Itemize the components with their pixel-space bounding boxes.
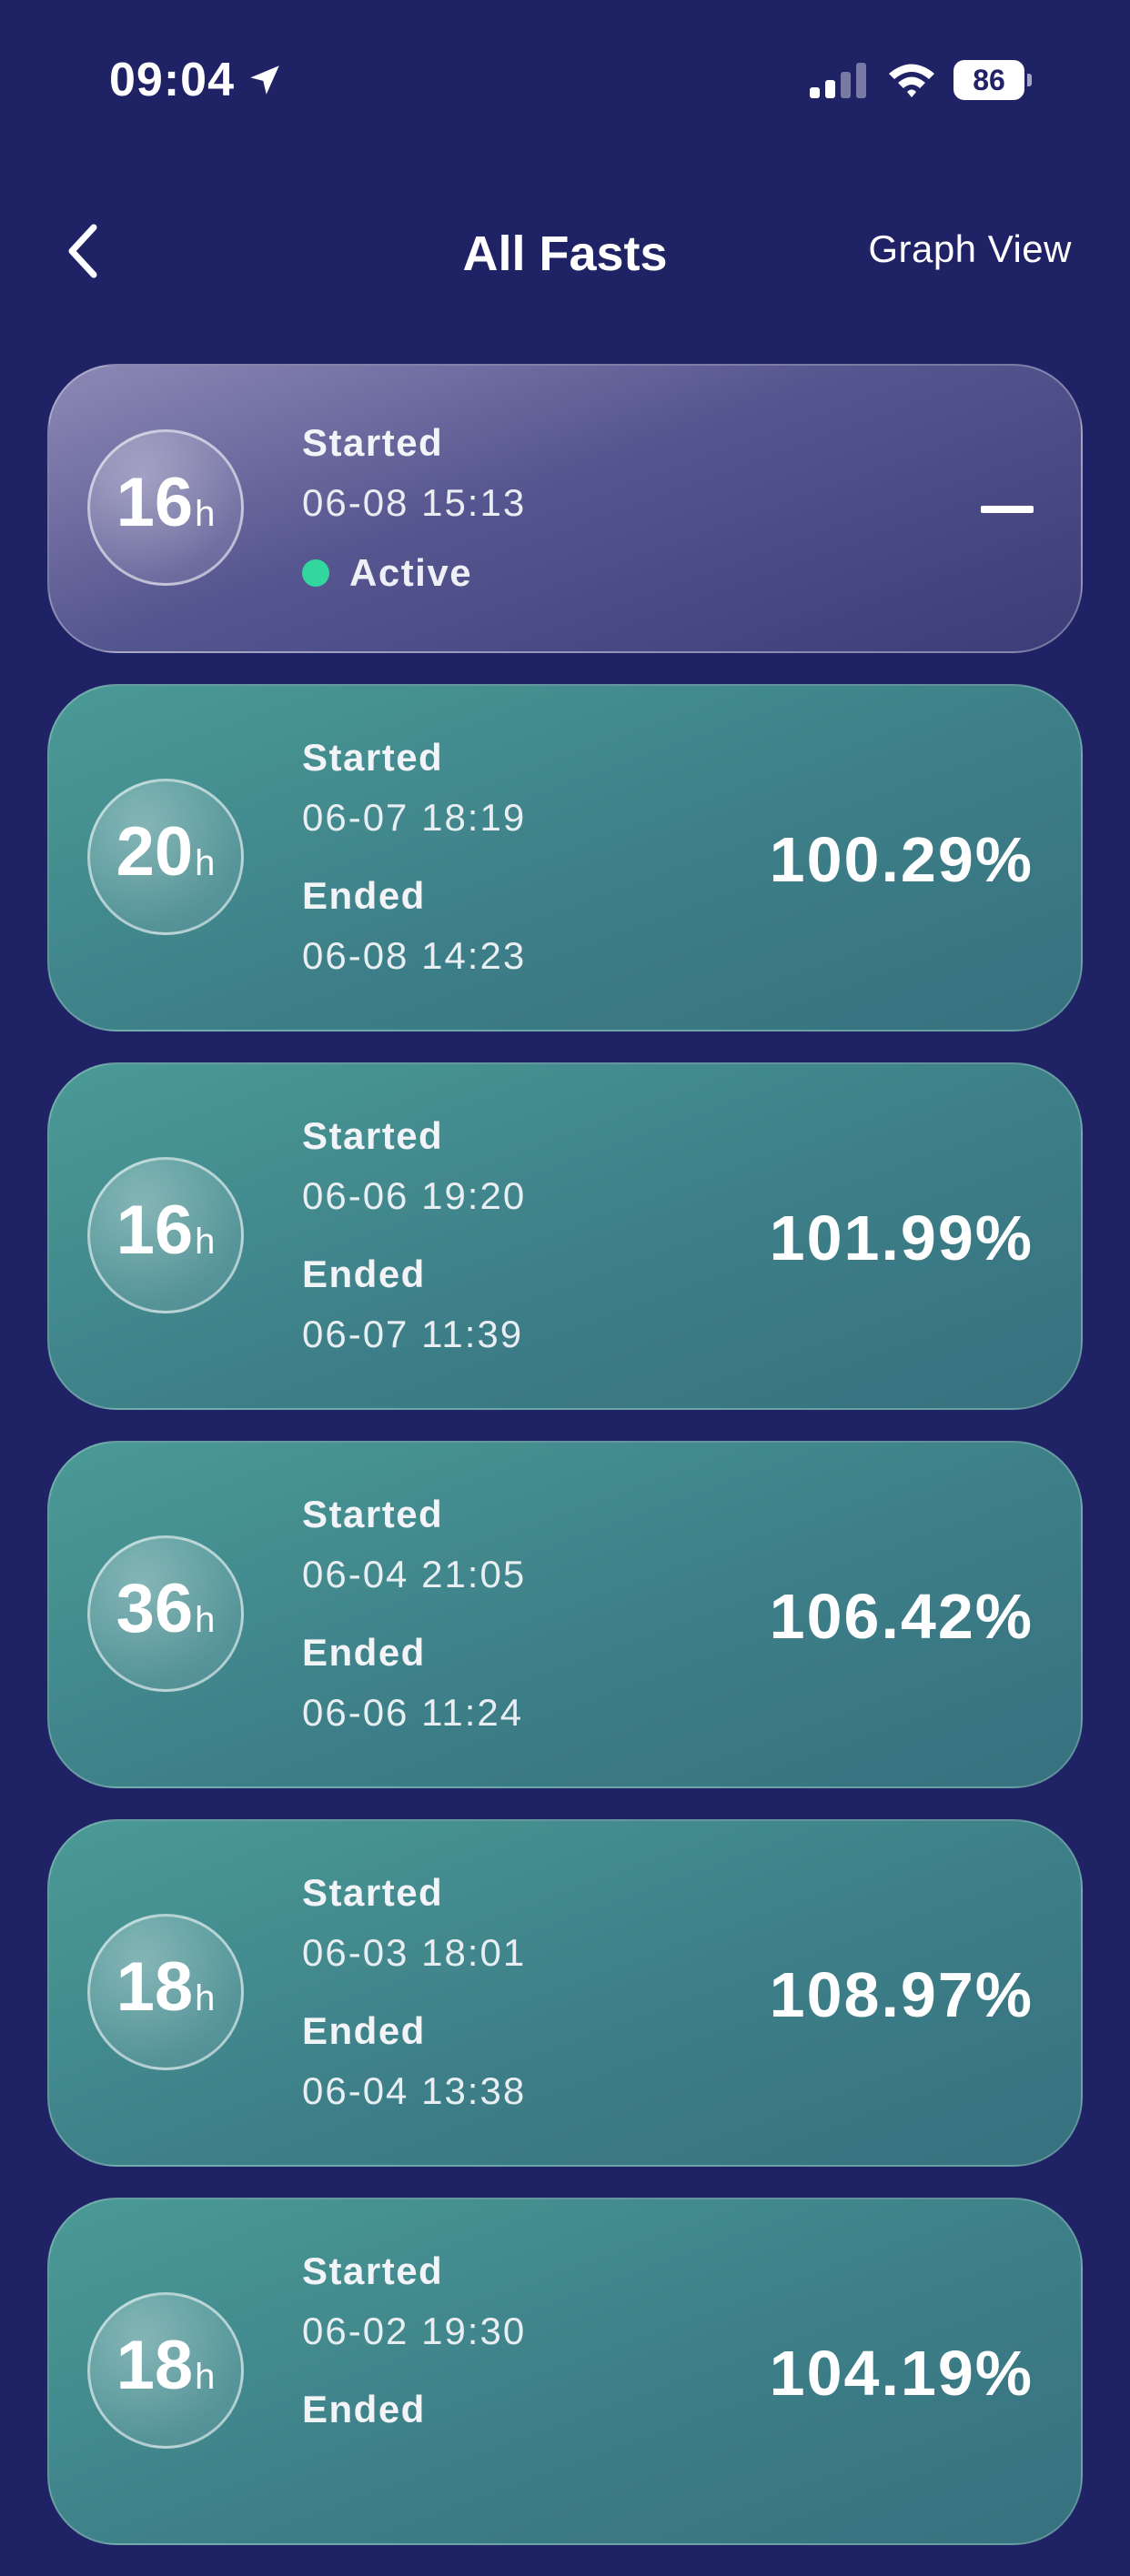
started-label: Started: [302, 736, 444, 779]
location-arrow-icon: [250, 65, 279, 95]
completion-percent: 106.42%: [769, 1581, 1034, 1652]
fast-info: Started 06-08 15:13 Active: [302, 413, 526, 595]
battery-level: 86: [953, 60, 1024, 100]
duration-unit: h: [195, 494, 216, 534]
wifi-icon: [889, 64, 934, 97]
ended-label: Ended: [302, 1631, 426, 1674]
status-time: 09:04: [109, 54, 235, 106]
started-value: 06-07 18:19: [302, 796, 527, 839]
duration-unit: h: [195, 2357, 216, 2397]
fast-info: Started 06-07 18:19 Ended 06-08 14:23: [302, 728, 526, 986]
fast-card[interactable]: 16 h Started 06-06 19:20 Ended 06-07 11:…: [47, 1062, 1083, 1410]
duration-unit: h: [195, 843, 216, 883]
ended-value: 06-06 11:24: [302, 1691, 524, 1734]
duration-hours: 16: [116, 464, 194, 541]
fast-info: Started 06-03 18:01 Ended 06-04 13:38: [302, 1863, 526, 2121]
ended-value: 06-04 13:38: [302, 2069, 527, 2112]
fast-info: Started 06-04 21:05 Ended 06-06 11:24: [302, 1484, 526, 1743]
status-bar: 09:04 86: [0, 0, 1130, 164]
time-group: 09:04: [109, 53, 284, 107]
fast-card[interactable]: 18 h Started 06-02 19:30 Ended 104.19%: [47, 2198, 1083, 2545]
fast-card[interactable]: 18 h Started 06-03 18:01 Ended 06-04 13:…: [47, 1819, 1083, 2167]
graph-view-button[interactable]: Graph View: [868, 227, 1072, 271]
duration-hours: 16: [116, 1192, 194, 1269]
status-indicators: 86: [808, 60, 1032, 100]
duration-unit: h: [195, 1600, 216, 1640]
started-value: 06-02 19:30: [302, 2309, 527, 2352]
fast-card[interactable]: 36 h Started 06-04 21:05 Ended 06-06 11:…: [47, 1441, 1083, 1788]
battery-cap: [1027, 74, 1032, 86]
started-label: Started: [302, 1871, 444, 1914]
status-row: Active: [302, 551, 526, 595]
duration-hours: 36: [116, 1570, 194, 1647]
signal-icon: [810, 63, 866, 98]
started-label: Started: [302, 1493, 444, 1535]
started-value: 06-06 19:20: [302, 1174, 527, 1217]
started-value: 06-04 21:05: [302, 1553, 527, 1595]
completion-percent: 104.19%: [769, 2338, 1034, 2409]
duration-badge: 16 h: [87, 1157, 244, 1313]
duration-badge: 18 h: [87, 1914, 244, 2070]
fast-info: Started 06-06 19:20 Ended 06-07 11:39: [302, 1106, 526, 1364]
duration-badge: 20 h: [87, 779, 244, 935]
ended-label: Ended: [302, 1253, 426, 1295]
status-text: Active: [349, 551, 473, 594]
duration-badge: 18 h: [87, 2292, 244, 2449]
ended-value: 06-08 14:23: [302, 934, 527, 977]
ended-label: Ended: [302, 2388, 426, 2430]
duration-badge: 16 h: [87, 429, 244, 586]
duration-badge: 36 h: [87, 1535, 244, 1692]
fast-card[interactable]: 20 h Started 06-07 18:19 Ended 06-08 14:…: [47, 684, 1083, 1031]
completion-percent: 101.99%: [769, 1202, 1034, 1273]
fasts-list: 16 h Started 06-08 15:13 Active 20 h Sta…: [47, 364, 1083, 2576]
active-status-dot: [302, 559, 329, 587]
started-label: Started: [302, 2249, 444, 2292]
duration-hours: 18: [116, 1948, 194, 2026]
started-value: 06-08 15:13: [302, 481, 527, 524]
duration-hours: 18: [116, 2327, 194, 2404]
active-fast-card[interactable]: 16 h Started 06-08 15:13 Active: [47, 364, 1083, 653]
duration-hours: 20: [116, 813, 194, 891]
fast-info: Started 06-02 19:30 Ended: [302, 2241, 526, 2440]
no-result-dash: [981, 506, 1034, 513]
started-label: Started: [302, 1114, 444, 1157]
ended-value: 06-07 11:39: [302, 1313, 524, 1355]
completion-percent: 108.97%: [769, 1959, 1034, 2030]
duration-unit: h: [195, 1978, 216, 2018]
started-value: 06-03 18:01: [302, 1931, 527, 1974]
ended-label: Ended: [302, 874, 426, 917]
completion-percent: 100.29%: [769, 824, 1034, 895]
nav-bar: All Fasts Graph View: [0, 200, 1130, 300]
ended-label: Ended: [302, 2009, 426, 2052]
duration-unit: h: [195, 1222, 216, 1262]
battery-icon: 86: [953, 60, 1032, 100]
started-label: Started: [302, 421, 444, 464]
